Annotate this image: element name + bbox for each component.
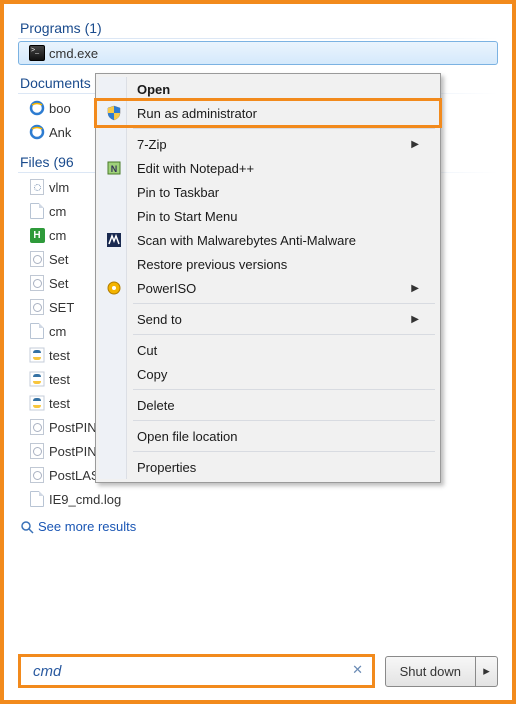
submenu-arrow-icon: ▶ <box>411 283 419 294</box>
file-icon <box>27 203 47 219</box>
batch-file-icon <box>27 251 47 267</box>
menu-separator <box>133 389 435 390</box>
result-label: test <box>47 396 70 411</box>
menu-item-label: Run as administrator <box>137 106 257 121</box>
batch-file-icon <box>27 299 47 315</box>
clear-search-icon[interactable]: ✕ <box>350 663 366 679</box>
menu-item-label: Open <box>137 82 170 97</box>
python-file-icon <box>27 347 47 363</box>
menu-item-label: Edit with Notepad++ <box>137 161 254 176</box>
menu-item-label: Restore previous versions <box>137 257 287 272</box>
batch-file-icon <box>27 275 47 291</box>
file-icon <box>27 491 47 507</box>
ie-icon <box>27 100 47 116</box>
shutdown-split-button: Shut down ▸ <box>385 656 498 687</box>
result-label: SET <box>47 300 74 315</box>
bottom-bar: ✕ Shut down ▸ <box>18 640 498 688</box>
result-label: Ank <box>47 125 71 140</box>
batch-file-icon <box>27 443 47 459</box>
chevron-right-icon: ▸ <box>483 663 490 679</box>
notepadpp-icon: N <box>106 160 122 176</box>
menu-item-open-file-location[interactable]: Open file location <box>99 424 437 448</box>
malwarebytes-icon <box>106 232 122 248</box>
menu-item-7-zip[interactable]: 7-Zip ▶ <box>99 132 437 156</box>
result-label: cm <box>47 324 66 339</box>
result-label: Set <box>47 276 69 291</box>
menu-item-restore-previous-versions[interactable]: Restore previous versions <box>99 252 437 276</box>
menu-item-label: Scan with Malwarebytes Anti-Malware <box>137 233 356 248</box>
submenu-arrow-icon: ▶ <box>411 314 419 325</box>
search-box[interactable]: ✕ <box>18 654 375 688</box>
result-item[interactable]: IE9_cmd.log <box>18 487 498 511</box>
menu-separator <box>133 451 435 452</box>
menu-item-pin-to-taskbar[interactable]: Pin to Taskbar <box>99 180 437 204</box>
search-icon <box>20 520 38 534</box>
menu-item-scan-with-malwarebytes-anti-malware[interactable]: Scan with Malwarebytes Anti-Malware <box>99 228 437 252</box>
h-icon: H <box>27 228 47 243</box>
menu-item-run-as-administrator[interactable]: Run as administrator <box>99 101 437 125</box>
menu-separator <box>133 128 435 129</box>
menu-item-properties[interactable]: Properties <box>99 455 437 479</box>
menu-item-pin-to-start-menu[interactable]: Pin to Start Menu <box>99 204 437 228</box>
menu-item-label: Properties <box>137 460 196 475</box>
menu-item-label: Pin to Taskbar <box>137 185 219 200</box>
submenu-arrow-icon: ▶ <box>411 139 419 150</box>
menu-item-poweriso[interactable]: PowerISO ▶ <box>99 276 437 300</box>
result-label: cm <box>47 204 66 219</box>
menu-item-label: 7-Zip <box>137 137 167 152</box>
shutdown-button[interactable]: Shut down <box>385 656 476 687</box>
result-label: Set <box>47 252 69 267</box>
menu-item-label: Copy <box>137 367 167 382</box>
menu-item-label: PowerISO <box>137 281 196 296</box>
menu-item-label: Open file location <box>137 429 237 444</box>
cmd-icon <box>27 45 47 61</box>
shutdown-options-arrow[interactable]: ▸ <box>476 656 498 687</box>
menu-item-label: Delete <box>137 398 175 413</box>
file-icon <box>27 323 47 339</box>
search-input[interactable] <box>31 662 350 681</box>
python-file-icon <box>27 371 47 387</box>
uac-shield-icon <box>106 105 122 121</box>
menu-separator <box>133 303 435 304</box>
menu-item-copy[interactable]: Copy <box>99 362 437 386</box>
batch-file-icon <box>27 419 47 435</box>
result-label: boo <box>47 101 71 116</box>
section-divider <box>18 38 498 39</box>
see-more-results-link[interactable]: See more results <box>18 511 498 536</box>
result-label: test <box>47 372 70 387</box>
menu-item-edit-with-notepad[interactable]: N Edit with Notepad++ <box>99 156 437 180</box>
start-menu-search-panel: Programs (1) cmd.exe Documents booAnk Fi… <box>0 0 516 704</box>
ie-icon <box>27 124 47 140</box>
result-item-cmd-exe[interactable]: cmd.exe <box>18 41 498 65</box>
menu-item-cut[interactable]: Cut <box>99 338 437 362</box>
python-file-icon <box>27 395 47 411</box>
menu-item-label: Pin to Start Menu <box>137 209 237 224</box>
svg-text:N: N <box>111 164 118 174</box>
results-panel: Programs (1) cmd.exe Documents booAnk Fi… <box>18 16 498 640</box>
result-label: IE9_cmd.log <box>47 492 121 507</box>
result-label: vlm <box>47 180 69 195</box>
section-header-programs: Programs (1) <box>18 16 498 38</box>
poweriso-icon <box>106 280 122 296</box>
menu-separator <box>133 420 435 421</box>
batch-file-icon <box>27 467 47 483</box>
result-label: cm <box>47 228 66 243</box>
settings-file-icon <box>27 179 47 195</box>
result-label: test <box>47 348 70 363</box>
menu-item-open[interactable]: Open <box>99 77 437 101</box>
menu-item-send-to[interactable]: Send to ▶ <box>99 307 437 331</box>
menu-separator <box>133 334 435 335</box>
menu-item-delete[interactable]: Delete <box>99 393 437 417</box>
menu-item-label: Send to <box>137 312 182 327</box>
menu-item-label: Cut <box>137 343 157 358</box>
context-menu: Open Run as administrator 7-Zip ▶ N Edit with… <box>95 73 441 483</box>
